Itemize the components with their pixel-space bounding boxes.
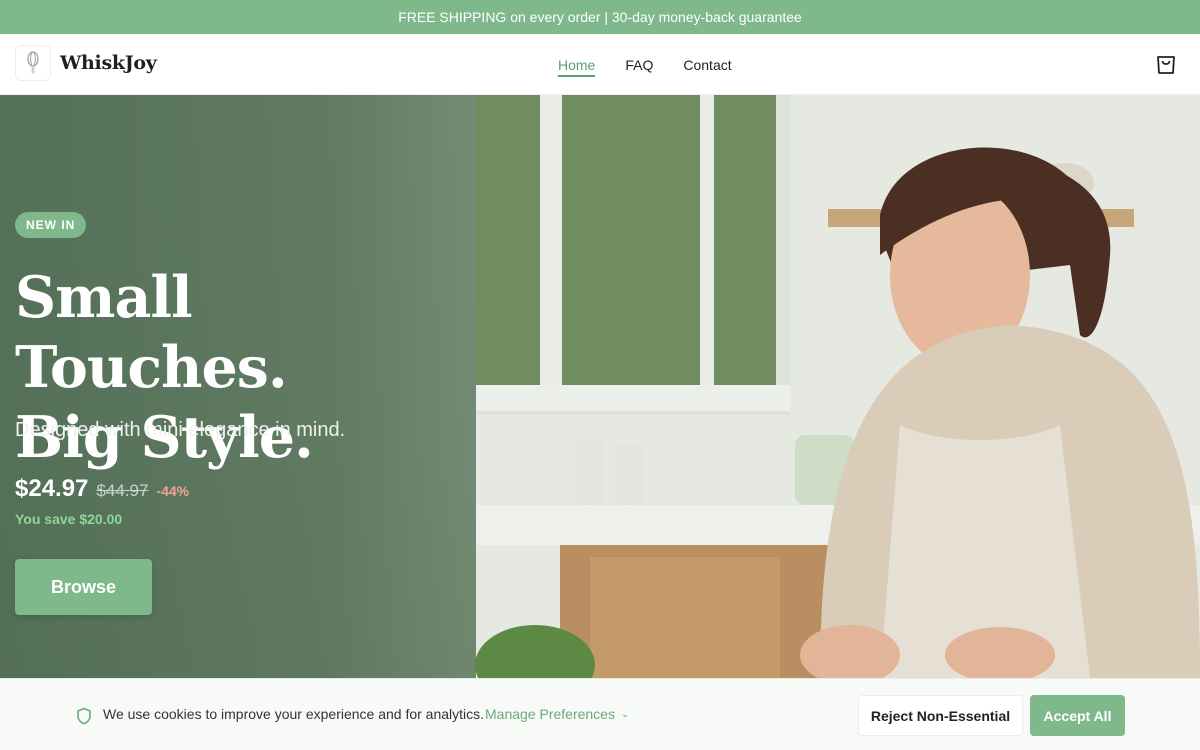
site-header: WhiskJoy Home FAQ Contact bbox=[0, 34, 1200, 95]
brand-name: WhiskJoy bbox=[60, 52, 157, 74]
original-price: $44.97 bbox=[96, 481, 149, 500]
hero-section: NEW IN Small Touches. Big Style. Designe… bbox=[0, 95, 1200, 678]
manage-preferences-label: Manage Preferences bbox=[485, 706, 615, 722]
current-price: $24.97 bbox=[15, 475, 89, 502]
whisk-icon bbox=[15, 45, 51, 81]
nav-home[interactable]: Home bbox=[558, 57, 596, 77]
accept-all-button[interactable]: Accept All bbox=[1030, 695, 1125, 736]
manage-preferences-link[interactable]: Manage Preferences ⌄ bbox=[485, 706, 629, 722]
announcement-bar: FREE SHIPPING on every order | 30-day mo… bbox=[0, 0, 1200, 34]
logo[interactable]: WhiskJoy bbox=[15, 45, 157, 81]
headline-line-1: Small Touches. bbox=[15, 264, 288, 401]
new-in-badge: NEW IN bbox=[15, 212, 87, 238]
cookie-banner: We use cookies to improve your experienc… bbox=[0, 678, 1200, 750]
shopping-bag-icon[interactable] bbox=[1153, 51, 1179, 77]
nav-contact[interactable]: Contact bbox=[683, 57, 731, 73]
chevron-down-icon: ⌄ bbox=[620, 708, 630, 720]
hero-subhead: Designed with mini elegance in mind. bbox=[15, 419, 346, 441]
shield-icon bbox=[76, 707, 92, 725]
browse-button[interactable]: Browse bbox=[15, 559, 152, 615]
price-row: $24.97 $44.97 -44% bbox=[15, 475, 189, 503]
announcement-text: FREE SHIPPING on every order | 30-day mo… bbox=[398, 9, 802, 25]
savings-text: You save $20.00 bbox=[15, 511, 123, 527]
main-nav: Home FAQ Contact bbox=[558, 34, 762, 95]
cookie-message: We use cookies to improve your experienc… bbox=[103, 706, 485, 722]
reject-non-essential-button[interactable]: Reject Non-Essential bbox=[858, 695, 1023, 736]
nav-faq[interactable]: FAQ bbox=[625, 57, 653, 73]
discount-percent: -44% bbox=[156, 483, 190, 499]
